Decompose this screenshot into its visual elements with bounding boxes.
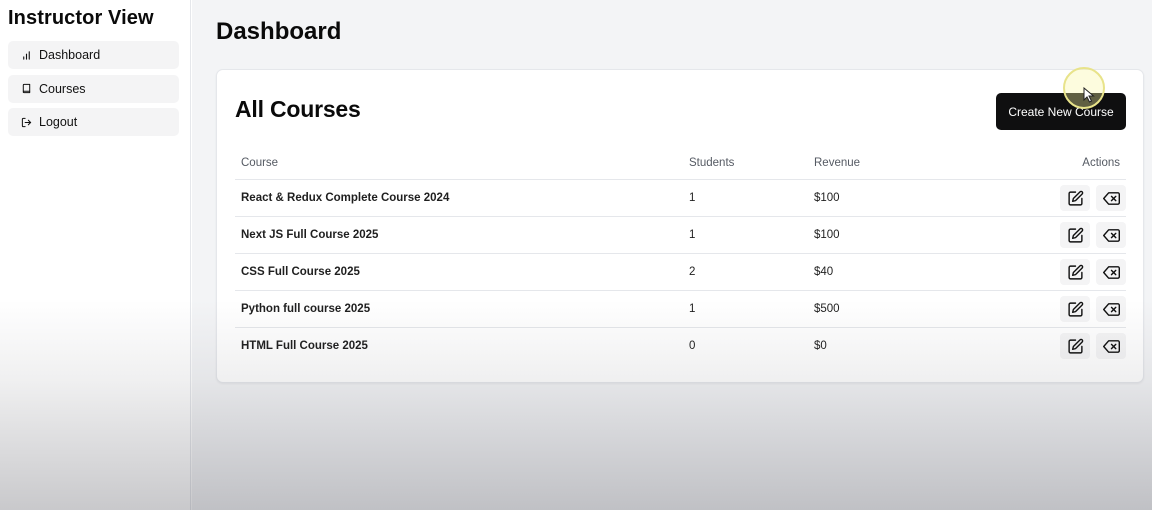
students-cell: 1	[683, 216, 808, 254]
courses-card: All Courses Create New Course Course Stu…	[216, 69, 1144, 383]
edit-icon	[1067, 227, 1083, 243]
edit-icon	[1067, 338, 1083, 354]
actions-cell	[1014, 216, 1126, 254]
course-name-cell: HTML Full Course 2025	[241, 340, 368, 352]
delete-icon	[1102, 228, 1120, 242]
revenue-cell: $500	[808, 290, 1014, 328]
sidebar-nav: Dashboard Courses Logout	[8, 41, 179, 142]
revenue-cell: $40	[808, 253, 1014, 291]
students-cell: 2	[683, 253, 808, 291]
table-row: Python full course 2025 1 $500	[235, 290, 1126, 328]
delete-icon	[1102, 265, 1120, 279]
column-header-actions: Actions	[1014, 146, 1126, 180]
delete-icon	[1102, 339, 1120, 353]
revenue-cell: $100	[808, 179, 1014, 217]
edit-icon	[1067, 301, 1083, 317]
students-cell: 1	[683, 290, 808, 328]
edit-course-button[interactable]	[1060, 296, 1090, 322]
card-title: All Courses	[235, 96, 361, 122]
course-name-cell: Next JS Full Course 2025	[235, 216, 683, 254]
delete-course-button[interactable]	[1096, 222, 1126, 248]
delete-course-button[interactable]	[1096, 259, 1126, 285]
courses-table: Course Students Revenue Actions React & …	[235, 146, 1126, 364]
table-row: Next JS Full Course 2025 1 $100	[235, 216, 1126, 254]
table-row: HTML Full Course 2025 0 $0	[235, 328, 1126, 365]
book-icon	[22, 83, 31, 94]
sidebar-item-dashboard[interactable]: Dashboard	[8, 41, 179, 69]
sidebar-item-label: Dashboard	[39, 48, 101, 62]
revenue-cell: $0	[814, 340, 827, 352]
delete-icon	[1102, 302, 1120, 316]
delete-course-button[interactable]	[1096, 296, 1126, 322]
table-row: React & Redux Complete Course 2024 1 $100	[235, 179, 1126, 217]
edit-course-button[interactable]	[1060, 222, 1090, 248]
logout-icon	[21, 117, 32, 127]
actions-cell	[1014, 328, 1126, 365]
actions-cell	[1014, 253, 1126, 291]
bar-chart-icon	[23, 50, 30, 60]
column-header-students: Students	[683, 146, 808, 180]
delete-course-button[interactable]	[1096, 333, 1126, 359]
column-header-course: Course	[235, 146, 683, 180]
sidebar: Instructor View Dashboard Courses Logout	[0, 0, 191, 510]
create-new-course-button[interactable]: Create New Course	[996, 93, 1126, 130]
sidebar-item-logout[interactable]: Logout	[8, 108, 179, 136]
course-name-cell: CSS Full Course 2025	[235, 253, 683, 291]
delete-icon	[1102, 191, 1120, 205]
edit-course-button[interactable]	[1060, 333, 1090, 359]
actions-cell	[1014, 179, 1126, 217]
course-name-cell: Python full course 2025	[235, 290, 683, 328]
page-title: Dashboard	[216, 18, 342, 45]
students-cell: 0	[689, 340, 696, 352]
course-name-cell: React & Redux Complete Course 2024	[235, 179, 683, 217]
sidebar-item-courses[interactable]: Courses	[8, 74, 179, 103]
table-body: React & Redux Complete Course 2024 1 $100 N…	[235, 179, 1126, 365]
actions-cell	[1014, 290, 1126, 328]
revenue-cell: $100	[808, 216, 1014, 254]
delete-course-button[interactable]	[1096, 185, 1126, 211]
students-cell: 1	[683, 179, 808, 217]
edit-course-button[interactable]	[1060, 259, 1090, 285]
sidebar-item-label: Logout	[39, 115, 78, 129]
table-header-row: Course Students Revenue Actions	[235, 146, 1126, 180]
table-row: CSS Full Course 2025 2 $40	[235, 253, 1126, 291]
edit-icon	[1067, 190, 1083, 206]
sidebar-item-label: Courses	[39, 81, 86, 96]
edit-course-button[interactable]	[1060, 185, 1090, 211]
column-header-revenue: Revenue	[808, 146, 1014, 180]
main-content: Dashboard All Courses Create New Course …	[192, 0, 1152, 510]
edit-icon	[1067, 264, 1083, 280]
sidebar-title: Instructor View	[8, 7, 154, 29]
